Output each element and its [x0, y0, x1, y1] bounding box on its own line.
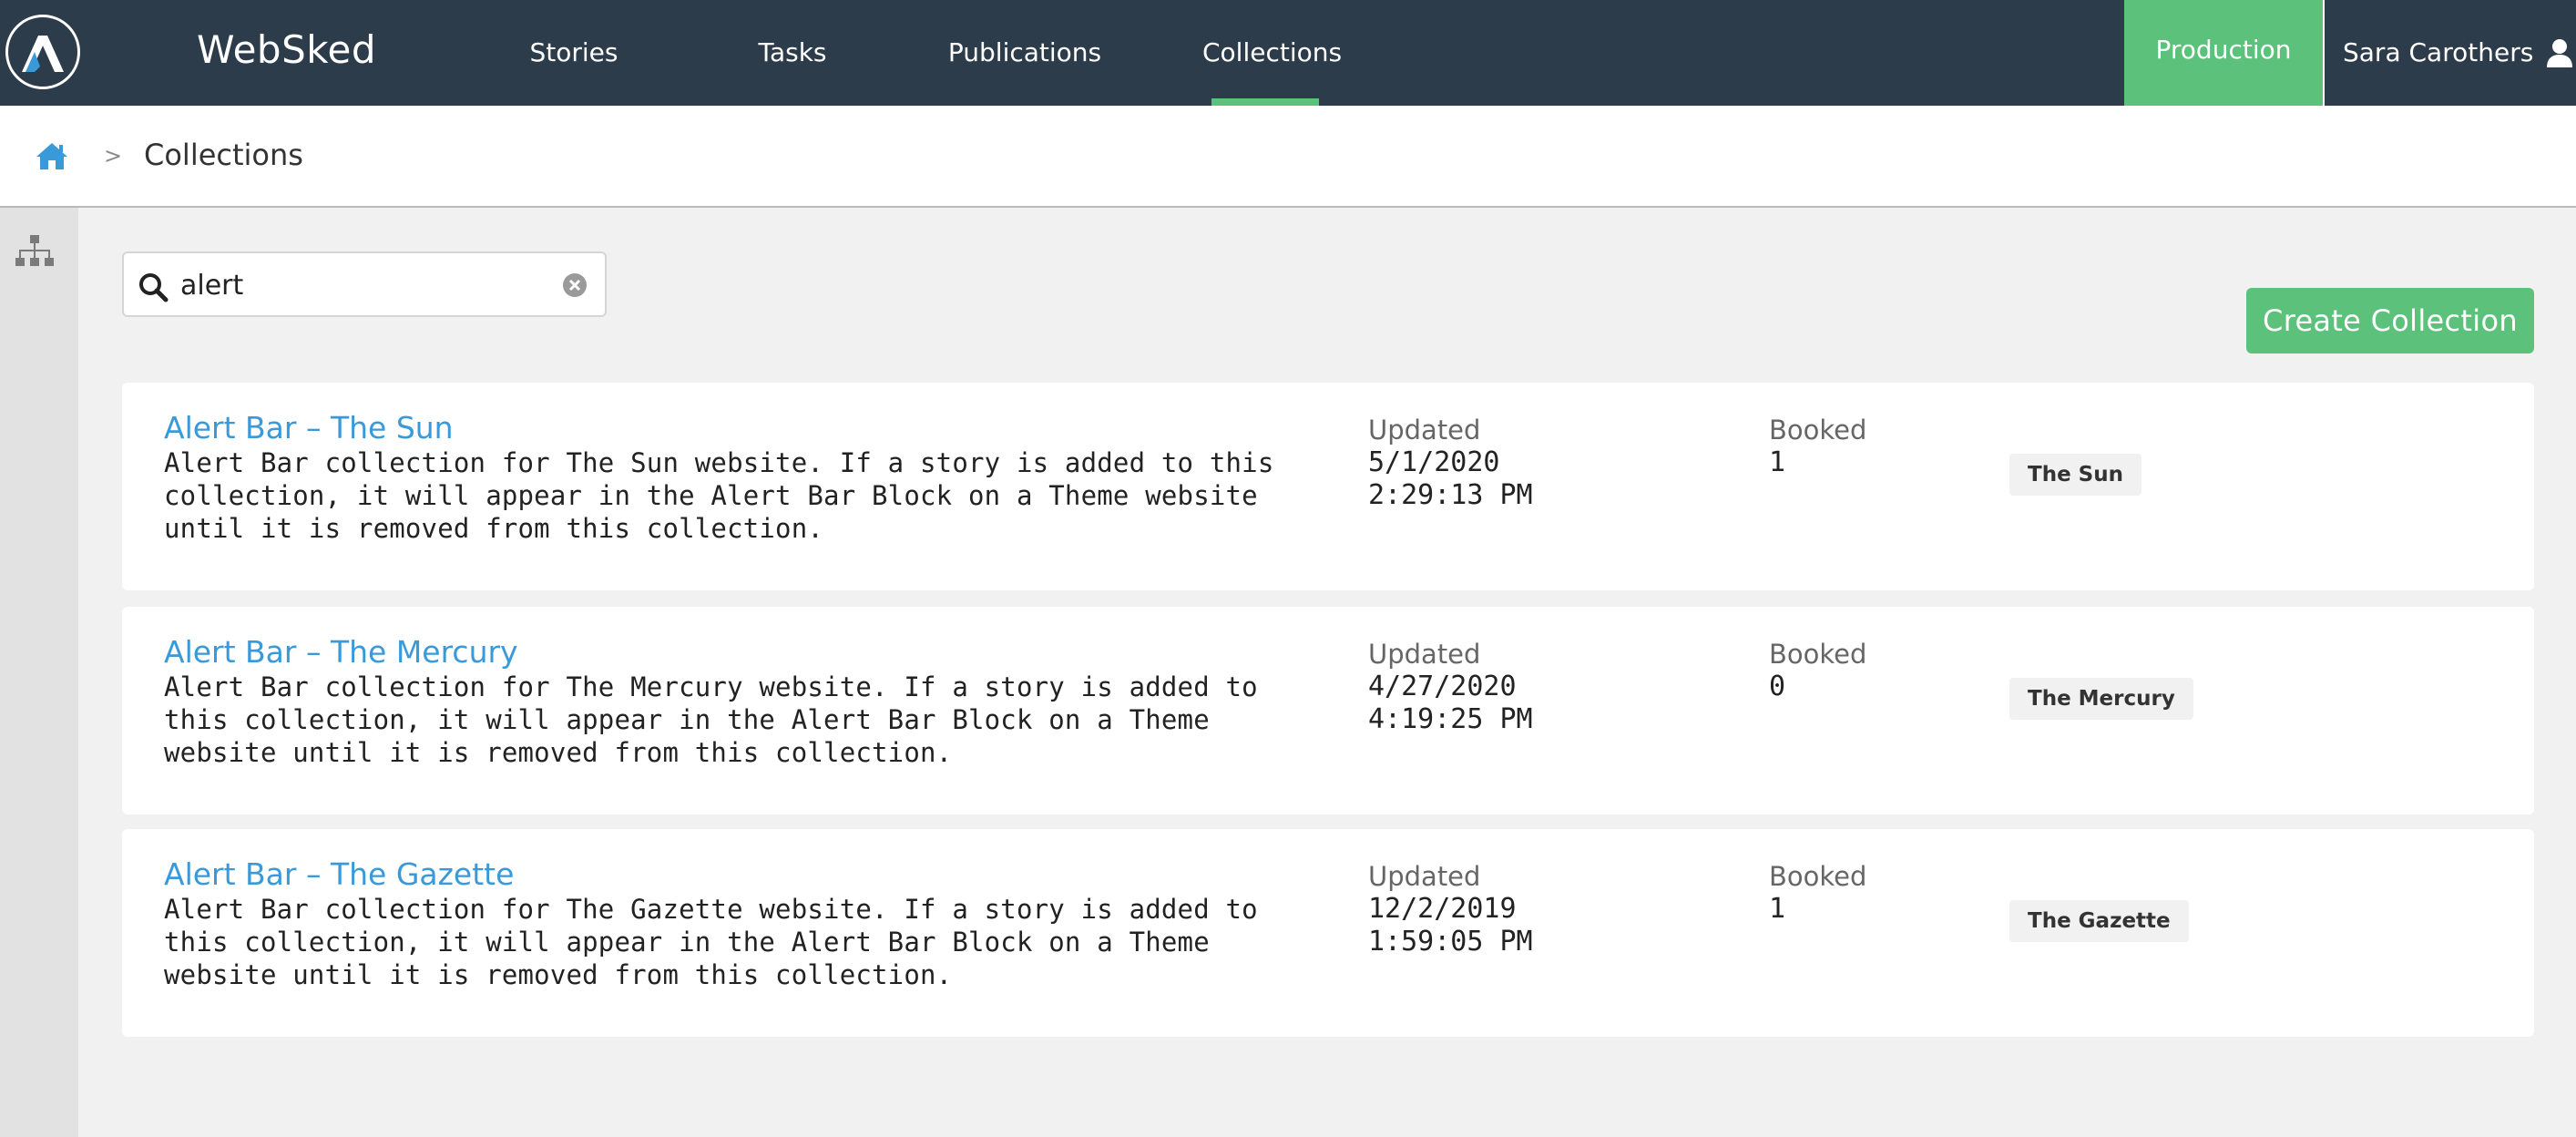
- collection-card: Alert Bar – The Sun Alert Bar collection…: [122, 383, 2534, 590]
- breadcrumb-current: Collections: [144, 138, 303, 172]
- search-input[interactable]: [180, 264, 545, 306]
- updated-value: 4/27/2020 4:19:25 PM: [1368, 671, 1533, 735]
- updated-label: Updated: [1368, 415, 1481, 446]
- clear-icon[interactable]: [561, 271, 588, 299]
- nav-divider: [2323, 0, 2325, 106]
- breadcrumb: > Collections: [0, 106, 2576, 208]
- search-icon: [139, 273, 169, 302]
- collection-title[interactable]: Alert Bar – The Gazette: [164, 856, 514, 893]
- collection-description: Alert Bar collection for The Gazette web…: [164, 894, 1258, 990]
- updated-value: 5/1/2020 2:29:13 PM: [1368, 446, 1533, 511]
- updated-value: 12/2/2019 1:59:05 PM: [1368, 893, 1533, 958]
- booked-label: Booked: [1769, 639, 1867, 670]
- booked-label: Booked: [1769, 861, 1867, 892]
- collection-title[interactable]: Alert Bar – The Mercury: [164, 634, 518, 671]
- create-collection-button[interactable]: Create Collection: [2246, 288, 2534, 353]
- updated-label: Updated: [1368, 639, 1481, 670]
- booked-value: 1: [1769, 893, 1786, 925]
- nav-publications[interactable]: Publications: [938, 0, 1111, 106]
- collection-card: Alert Bar – The Gazette Alert Bar collec…: [122, 829, 2534, 1037]
- collection-card: Alert Bar – The Mercury Alert Bar collec…: [122, 607, 2534, 814]
- search-box: [122, 251, 607, 317]
- collection-title[interactable]: Alert Bar – The Sun: [164, 410, 454, 446]
- nav-tasks[interactable]: Tasks: [729, 0, 856, 106]
- updated-label: Updated: [1368, 861, 1481, 892]
- booked-value: 1: [1769, 446, 1786, 478]
- collection-description: Alert Bar collection for The Mercury web…: [164, 671, 1258, 768]
- app-title[interactable]: WebSked: [197, 27, 376, 73]
- left-rail: [0, 208, 78, 1137]
- arc-logo-icon[interactable]: [5, 15, 80, 89]
- user-icon: [2547, 39, 2573, 67]
- nav-stories[interactable]: Stories: [510, 0, 638, 106]
- user-name: Sara Carothers: [2343, 37, 2534, 67]
- nav-collections[interactable]: Collections: [1202, 0, 1342, 106]
- website-tag: The Mercury: [2009, 678, 2193, 720]
- environment-button[interactable]: Production: [2124, 0, 2323, 106]
- website-tag: The Gazette: [2009, 900, 2189, 942]
- breadcrumb-separator: >: [104, 143, 123, 169]
- booked-value: 0: [1769, 671, 1786, 702]
- collection-description: Alert Bar collection for The Sun website…: [164, 447, 1274, 544]
- website-tag: The Sun: [2009, 454, 2142, 496]
- user-menu[interactable]: Sara Carothers: [2343, 0, 2573, 106]
- booked-label: Booked: [1769, 415, 1867, 446]
- home-icon[interactable]: [35, 140, 69, 171]
- sitemap-icon[interactable]: [15, 233, 55, 270]
- top-nav: WebSked Stories Tasks Publications Colle…: [0, 0, 2576, 106]
